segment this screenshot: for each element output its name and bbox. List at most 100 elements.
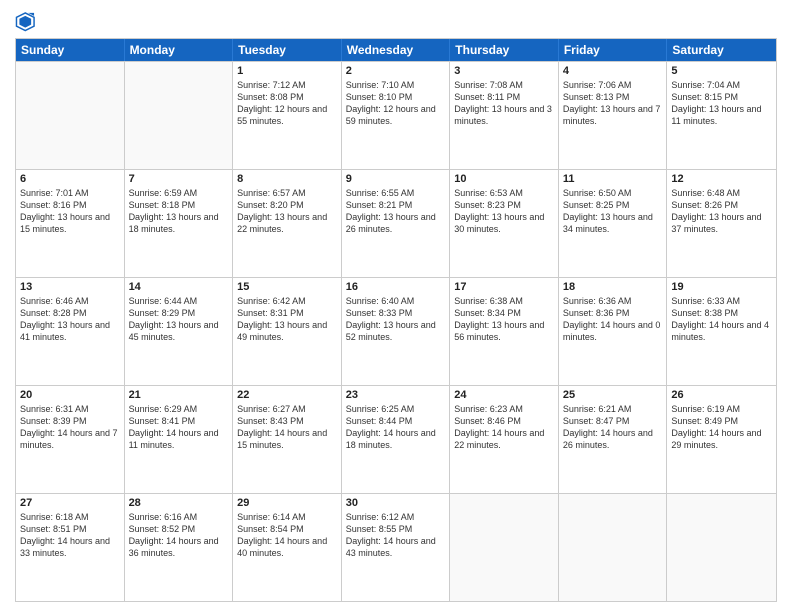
- day-number: 15: [237, 281, 337, 293]
- day-info: Sunrise: 7:08 AM Sunset: 8:11 PM Dayligh…: [454, 79, 554, 128]
- day-number: 17: [454, 281, 554, 293]
- day-info: Sunrise: 6:12 AM Sunset: 8:55 PM Dayligh…: [346, 511, 446, 560]
- day-cell-4: 4Sunrise: 7:06 AM Sunset: 8:13 PM Daylig…: [559, 62, 668, 169]
- day-info: Sunrise: 6:46 AM Sunset: 8:28 PM Dayligh…: [20, 295, 120, 344]
- day-cell-12: 12Sunrise: 6:48 AM Sunset: 8:26 PM Dayli…: [667, 170, 776, 277]
- day-info: Sunrise: 6:16 AM Sunset: 8:52 PM Dayligh…: [129, 511, 229, 560]
- header-day-saturday: Saturday: [667, 39, 776, 61]
- day-cell-22: 22 Sunrise: 6:27 AM Sunset: 8:43 PM Dayli…: [233, 386, 342, 493]
- day-number: 20: [20, 389, 120, 401]
- day-number: 11: [563, 173, 663, 185]
- day-cell-3: 3Sunrise: 7:08 AM Sunset: 8:11 PM Daylig…: [450, 62, 559, 169]
- day-number: 13: [20, 281, 120, 293]
- logo: [15, 10, 41, 32]
- day-info: Sunrise: 6:27 AM Sunset: 8:43 PM Dayligh…: [237, 403, 337, 452]
- day-info: Sunrise: 6:42 AM Sunset: 8:31 PM Dayligh…: [237, 295, 337, 344]
- day-info: Sunrise: 6:36 AM Sunset: 8:36 PM Dayligh…: [563, 295, 663, 344]
- day-cell-16: 16 Sunrise: 6:40 AM Sunset: 8:33 PM Dayli…: [342, 278, 451, 385]
- day-number: 23: [346, 389, 446, 401]
- day-number: 24: [454, 389, 554, 401]
- page: SundayMondayTuesdayWednesdayThursdayFrid…: [0, 0, 792, 612]
- day-cell-19: 19 Sunrise: 6:33 AM Sunset: 8:38 PM Dayli…: [667, 278, 776, 385]
- day-cell-24: 24 Sunrise: 6:23 AM Sunset: 8:46 PM Dayli…: [450, 386, 559, 493]
- day-info: Sunrise: 6:44 AM Sunset: 8:29 PM Dayligh…: [129, 295, 229, 344]
- empty-cell: [16, 62, 125, 169]
- header-day-wednesday: Wednesday: [342, 39, 451, 61]
- day-number: 14: [129, 281, 229, 293]
- day-number: 28: [129, 497, 229, 509]
- day-info: Sunrise: 6:55 AM Sunset: 8:21 PM Dayligh…: [346, 187, 446, 236]
- day-cell-14: 14 Sunrise: 6:44 AM Sunset: 8:29 PM Dayli…: [125, 278, 234, 385]
- day-info: Sunrise: 6:38 AM Sunset: 8:34 PM Dayligh…: [454, 295, 554, 344]
- header-day-thursday: Thursday: [450, 39, 559, 61]
- day-info: Sunrise: 6:48 AM Sunset: 8:26 PM Dayligh…: [671, 187, 772, 236]
- week-row-3: 13 Sunrise: 6:46 AM Sunset: 8:28 PM Dayli…: [16, 277, 776, 385]
- day-cell-2: 2Sunrise: 7:10 AM Sunset: 8:10 PM Daylig…: [342, 62, 451, 169]
- day-number: 18: [563, 281, 663, 293]
- day-info: Sunrise: 7:10 AM Sunset: 8:10 PM Dayligh…: [346, 79, 446, 128]
- day-cell-28: 28 Sunrise: 6:16 AM Sunset: 8:52 PM Dayli…: [125, 494, 234, 601]
- day-number: 29: [237, 497, 337, 509]
- day-cell-17: 17 Sunrise: 6:38 AM Sunset: 8:34 PM Dayli…: [450, 278, 559, 385]
- day-number: 22: [237, 389, 337, 401]
- day-cell-9: 9 Sunrise: 6:55 AM Sunset: 8:21 PM Daylig…: [342, 170, 451, 277]
- day-info: Sunrise: 7:12 AM Sunset: 8:08 PM Dayligh…: [237, 79, 337, 128]
- day-info: Sunrise: 6:50 AM Sunset: 8:25 PM Dayligh…: [563, 187, 663, 236]
- day-info: Sunrise: 7:01 AM Sunset: 8:16 PM Dayligh…: [20, 187, 120, 236]
- day-cell-15: 15 Sunrise: 6:42 AM Sunset: 8:31 PM Dayli…: [233, 278, 342, 385]
- header-day-monday: Monday: [125, 39, 234, 61]
- day-number: 30: [346, 497, 446, 509]
- week-row-5: 27 Sunrise: 6:18 AM Sunset: 8:51 PM Dayli…: [16, 493, 776, 601]
- header: [15, 10, 777, 32]
- day-cell-10: 10 Sunrise: 6:53 AM Sunset: 8:23 PM Dayli…: [450, 170, 559, 277]
- day-cell-13: 13 Sunrise: 6:46 AM Sunset: 8:28 PM Dayli…: [16, 278, 125, 385]
- week-row-4: 20 Sunrise: 6:31 AM Sunset: 8:39 PM Dayli…: [16, 385, 776, 493]
- day-number: 8: [237, 173, 337, 185]
- empty-cell: [450, 494, 559, 601]
- day-info: Sunrise: 6:29 AM Sunset: 8:41 PM Dayligh…: [129, 403, 229, 452]
- day-info: Sunrise: 6:31 AM Sunset: 8:39 PM Dayligh…: [20, 403, 120, 452]
- week-row-2: 6Sunrise: 7:01 AM Sunset: 8:16 PM Daylig…: [16, 169, 776, 277]
- day-cell-18: 18 Sunrise: 6:36 AM Sunset: 8:36 PM Dayli…: [559, 278, 668, 385]
- day-info: Sunrise: 6:57 AM Sunset: 8:20 PM Dayligh…: [237, 187, 337, 236]
- day-cell-1: 1 Sunrise: 7:12 AM Sunset: 8:08 PM Daylig…: [233, 62, 342, 169]
- day-info: Sunrise: 6:23 AM Sunset: 8:46 PM Dayligh…: [454, 403, 554, 452]
- day-cell-27: 27 Sunrise: 6:18 AM Sunset: 8:51 PM Dayli…: [16, 494, 125, 601]
- day-info: Sunrise: 6:18 AM Sunset: 8:51 PM Dayligh…: [20, 511, 120, 560]
- day-cell-8: 8 Sunrise: 6:57 AM Sunset: 8:20 PM Daylig…: [233, 170, 342, 277]
- day-cell-6: 6Sunrise: 7:01 AM Sunset: 8:16 PM Daylig…: [16, 170, 125, 277]
- day-number: 4: [563, 65, 663, 77]
- header-day-tuesday: Tuesday: [233, 39, 342, 61]
- day-number: 26: [671, 389, 772, 401]
- header-day-friday: Friday: [559, 39, 668, 61]
- day-info: Sunrise: 6:59 AM Sunset: 8:18 PM Dayligh…: [129, 187, 229, 236]
- day-number: 1: [237, 65, 337, 77]
- day-number: 10: [454, 173, 554, 185]
- day-info: Sunrise: 6:53 AM Sunset: 8:23 PM Dayligh…: [454, 187, 554, 236]
- day-info: Sunrise: 6:33 AM Sunset: 8:38 PM Dayligh…: [671, 295, 772, 344]
- day-info: Sunrise: 6:21 AM Sunset: 8:47 PM Dayligh…: [563, 403, 663, 452]
- day-number: 9: [346, 173, 446, 185]
- day-number: 16: [346, 281, 446, 293]
- empty-cell: [667, 494, 776, 601]
- calendar: SundayMondayTuesdayWednesdayThursdayFrid…: [15, 38, 777, 602]
- day-number: 25: [563, 389, 663, 401]
- day-cell-26: 26Sunrise: 6:19 AM Sunset: 8:49 PM Dayli…: [667, 386, 776, 493]
- day-info: Sunrise: 7:04 AM Sunset: 8:15 PM Dayligh…: [671, 79, 772, 128]
- logo-icon: [15, 10, 37, 32]
- day-cell-25: 25 Sunrise: 6:21 AM Sunset: 8:47 PM Dayli…: [559, 386, 668, 493]
- day-info: Sunrise: 6:40 AM Sunset: 8:33 PM Dayligh…: [346, 295, 446, 344]
- day-cell-11: 11 Sunrise: 6:50 AM Sunset: 8:25 PM Dayli…: [559, 170, 668, 277]
- day-number: 27: [20, 497, 120, 509]
- day-cell-20: 20 Sunrise: 6:31 AM Sunset: 8:39 PM Dayli…: [16, 386, 125, 493]
- empty-cell: [559, 494, 668, 601]
- header-day-sunday: Sunday: [16, 39, 125, 61]
- day-info: Sunrise: 6:25 AM Sunset: 8:44 PM Dayligh…: [346, 403, 446, 452]
- calendar-body: 1 Sunrise: 7:12 AM Sunset: 8:08 PM Daylig…: [16, 61, 776, 601]
- week-row-1: 1 Sunrise: 7:12 AM Sunset: 8:08 PM Daylig…: [16, 61, 776, 169]
- day-number: 7: [129, 173, 229, 185]
- day-number: 21: [129, 389, 229, 401]
- day-number: 19: [671, 281, 772, 293]
- calendar-header: SundayMondayTuesdayWednesdayThursdayFrid…: [16, 39, 776, 61]
- day-cell-5: 5Sunrise: 7:04 AM Sunset: 8:15 PM Daylig…: [667, 62, 776, 169]
